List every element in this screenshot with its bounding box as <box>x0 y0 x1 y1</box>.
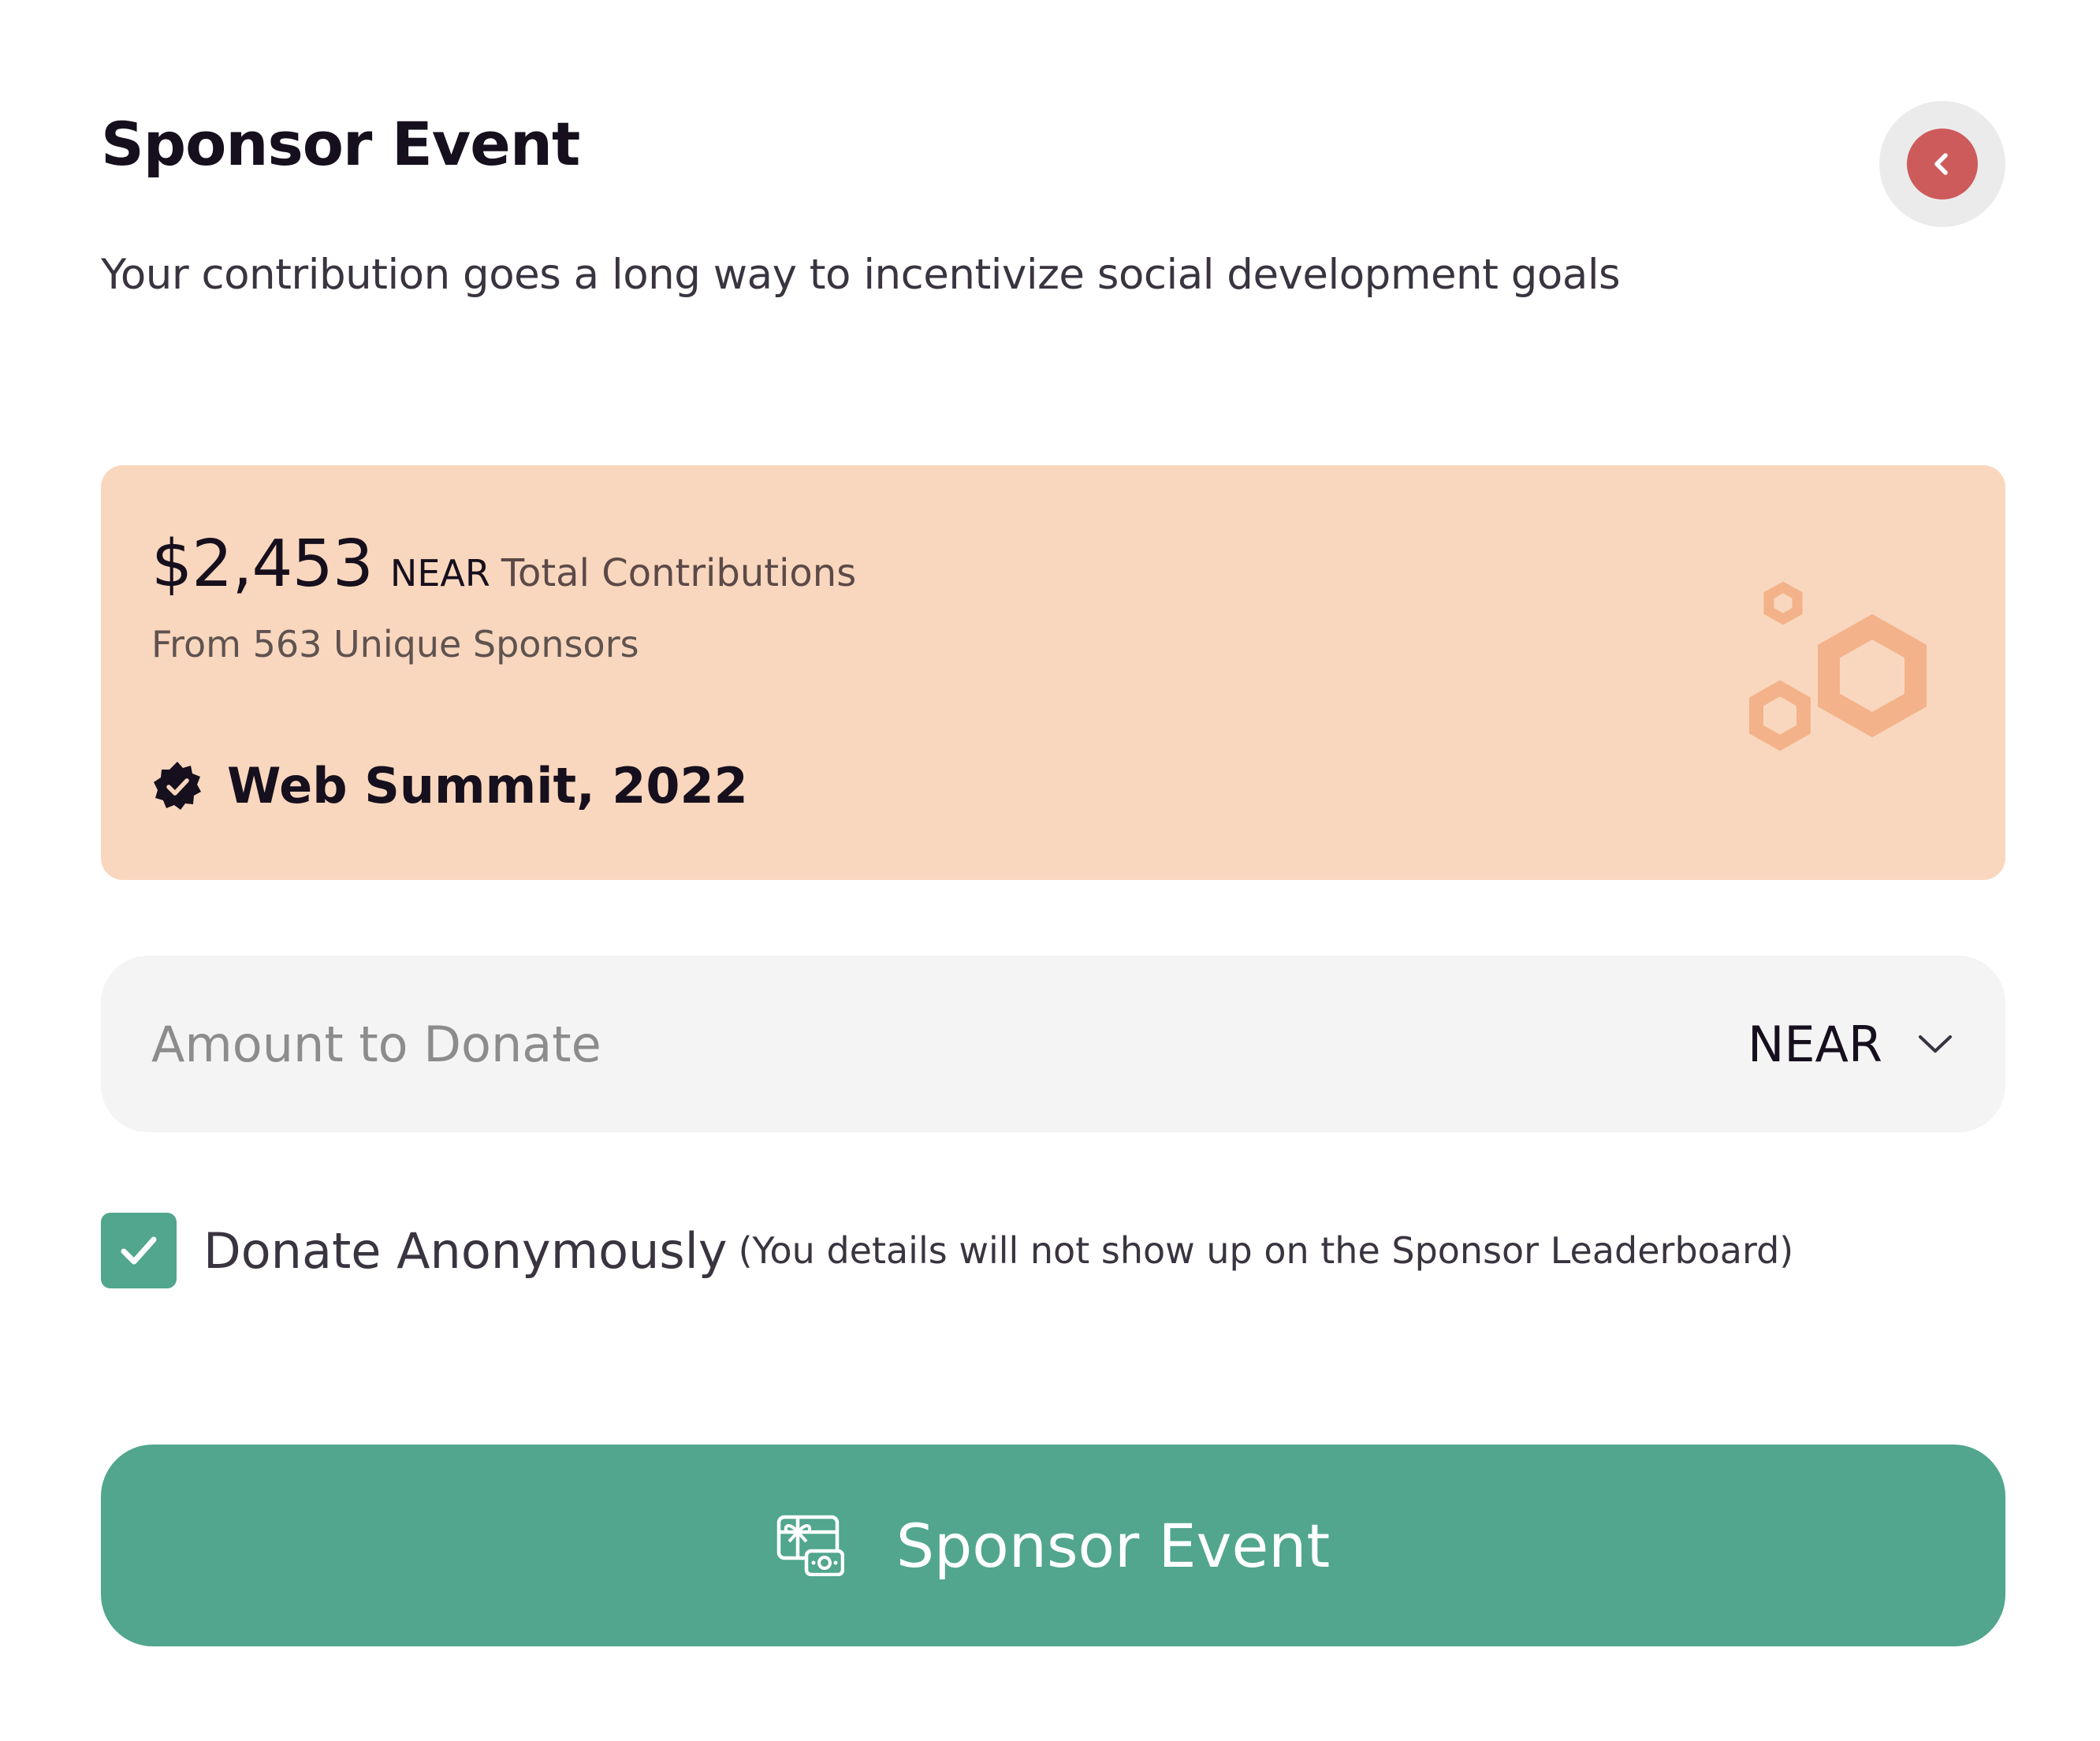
sponsor-event-modal: Sponsor Event Your contribution goes a l… <box>0 0 2100 1741</box>
event-row: Web Summit, 2022 <box>151 757 748 815</box>
amount-input[interactable] <box>151 956 1491 1132</box>
gift-money-icon <box>776 1515 844 1576</box>
total-currency: NEAR <box>389 552 490 595</box>
sponsor-event-label: Sponsor Event <box>895 1510 1331 1581</box>
chevron-down-icon <box>1919 1035 1952 1053</box>
checkmark-icon <box>121 1236 157 1265</box>
back-button-inner[interactable] <box>1907 129 1978 199</box>
page-subtitle: Your contribution goes a long way to inc… <box>101 251 1621 299</box>
verified-badge-icon <box>154 761 201 810</box>
anonymous-option: Donate Anonymously (You details will not… <box>101 1213 1793 1288</box>
hexagons-icon <box>1749 581 1927 751</box>
contributions-card: $2,453 NEAR Total Contributions From 563… <box>101 465 2005 880</box>
page-title: Sponsor Event <box>101 109 580 179</box>
total-contributions: $2,453 NEAR Total Contributions <box>151 527 856 602</box>
unique-sponsors: From 563 Unique Sponsors <box>151 623 639 665</box>
event-name: Web Summit, 2022 <box>227 757 748 815</box>
sponsor-event-button[interactable]: Sponsor Event <box>101 1445 2005 1646</box>
total-label: Total Contributions <box>501 551 857 595</box>
back-button[interactable] <box>1879 101 2005 227</box>
currency-select[interactable]: NEAR <box>1748 956 1953 1132</box>
anonymous-label[interactable]: Donate Anonymously <box>203 1222 728 1280</box>
total-amount: $2,453 <box>151 527 374 602</box>
anonymous-note: (You details will not show up on the Spo… <box>738 1229 1794 1272</box>
donation-field: NEAR <box>101 956 2005 1132</box>
chevron-left-icon <box>1934 153 1948 175</box>
currency-selected: NEAR <box>1747 1015 1882 1073</box>
anonymous-checkbox[interactable] <box>101 1213 177 1288</box>
